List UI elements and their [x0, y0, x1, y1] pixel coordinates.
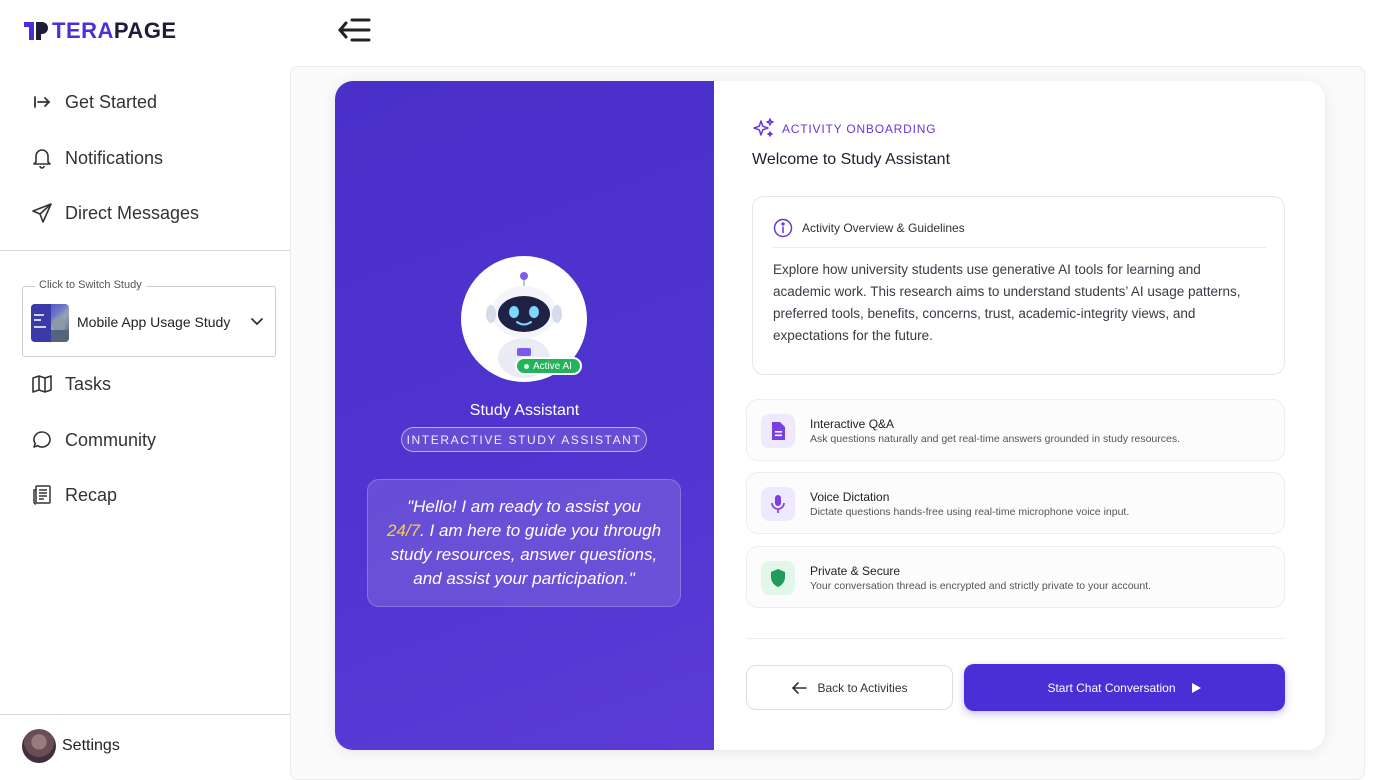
- nav-tasks[interactable]: Tasks: [30, 369, 111, 399]
- eyebrow-label: ACTIVITY ONBOARDING: [782, 122, 937, 136]
- map-icon: [30, 372, 54, 396]
- assistant-greeting: "Hello! I am ready to assist you 24/7. I…: [367, 479, 681, 607]
- actions-divider: [746, 638, 1285, 639]
- sidebar-divider: [0, 250, 290, 251]
- feature-card: Private & Secure Your conversation threa…: [746, 546, 1285, 608]
- send-icon: [30, 201, 54, 225]
- feature-title: Private & Secure: [810, 564, 901, 578]
- current-study-name: Mobile App Usage Study: [77, 314, 231, 330]
- chevron-down-icon[interactable]: [249, 313, 265, 334]
- settings-button[interactable]: Settings: [22, 729, 120, 763]
- study-switcher[interactable]: Click to Switch Study Mobile App Usage S…: [22, 279, 276, 357]
- brand-name: TERAPAGE: [52, 18, 177, 43]
- settings-label: Settings: [62, 737, 120, 754]
- greeting-highlight: 24/7: [386, 521, 421, 540]
- chat-bubble-icon: [30, 428, 54, 452]
- nav-label: Direct Messages: [65, 202, 200, 223]
- overview-title: Activity Overview & Guidelines: [802, 221, 965, 235]
- study-thumbnail: [31, 304, 69, 342]
- info-icon: [773, 218, 793, 238]
- document-icon: [761, 414, 795, 448]
- play-icon: [1191, 682, 1201, 693]
- page-title: Welcome to Study Assistant: [752, 151, 951, 168]
- overview-text: Explore how university students use gene…: [773, 262, 1241, 343]
- shield-icon: [761, 561, 795, 595]
- microphone-icon: [761, 487, 795, 521]
- feature-title: Interactive Q&A: [810, 417, 895, 431]
- nav-label: Recap: [65, 484, 118, 505]
- nav-label: Get Started: [65, 91, 158, 112]
- feature-description: Ask questions naturally and get real-tim…: [810, 433, 1181, 445]
- status-dot-icon: [524, 363, 529, 369]
- section-eyebrow: ACTIVITY ONBOARDING: [752, 117, 936, 141]
- overview-header: Activity Overview & Guidelines: [773, 218, 965, 238]
- arrow-left-icon: [792, 681, 808, 694]
- study-switcher-label: Click to Switch Study: [35, 279, 146, 291]
- feature-description: Dictate questions hands-free using real-…: [810, 506, 1130, 518]
- nav-notifications[interactable]: Notifications: [30, 143, 163, 173]
- assistant-name: Study Assistant: [469, 402, 580, 419]
- start-chat-button[interactable]: Start Chat Conversation: [964, 664, 1285, 711]
- logo-mark-icon: [24, 22, 48, 40]
- nav-get-started[interactable]: Get Started: [30, 87, 157, 117]
- bell-icon: [30, 146, 54, 170]
- nav-recap[interactable]: Recap: [30, 480, 117, 510]
- nav-direct-messages[interactable]: Direct Messages: [30, 198, 199, 228]
- onboarding-panel: Active AI Study Assistant INTERACTIVE ST…: [335, 81, 1325, 750]
- sidebar: TERAPAGE Get Started Notifications Direc…: [0, 0, 290, 780]
- sparkles-icon: [753, 118, 774, 137]
- onboarding-details: ACTIVITY ONBOARDING Welcome to Study Ass…: [714, 81, 1325, 750]
- brand-logo[interactable]: TERAPAGE: [24, 18, 177, 44]
- feature-card: Interactive Q&A Ask questions naturally …: [746, 399, 1285, 461]
- newspaper-icon: [30, 483, 54, 507]
- back-button-label: Back to Activities: [817, 680, 908, 695]
- nav-label: Community: [65, 429, 157, 450]
- feature-title: Voice Dictation: [810, 490, 890, 504]
- menu-collapse-button[interactable]: [336, 14, 372, 46]
- start-button-label: Start Chat Conversation: [1047, 680, 1176, 695]
- active-ai-badge: Active AI: [515, 357, 582, 375]
- menu-collapse-icon: [338, 18, 371, 42]
- nav-community[interactable]: Community: [30, 425, 156, 455]
- sidebar-divider: [0, 714, 290, 715]
- feature-card: Voice Dictation Dictate questions hands-…: [746, 472, 1285, 534]
- assistant-tag: INTERACTIVE STUDY ASSISTANT: [401, 427, 647, 452]
- avatar: [22, 729, 56, 763]
- overview-card: Activity Overview & Guidelines Explore h…: [752, 196, 1285, 375]
- nav-label: Notifications: [65, 147, 164, 168]
- back-to-activities-button[interactable]: Back to Activities: [746, 665, 953, 710]
- nav-label: Tasks: [65, 373, 112, 394]
- arrow-right-to-bar-icon: [30, 90, 54, 114]
- overview-divider: [773, 247, 1266, 248]
- active-ai-label: Active AI: [533, 360, 572, 372]
- feature-description: Your conversation thread is encrypted an…: [810, 580, 1152, 592]
- assistant-pane: Active AI Study Assistant INTERACTIVE ST…: [335, 81, 714, 750]
